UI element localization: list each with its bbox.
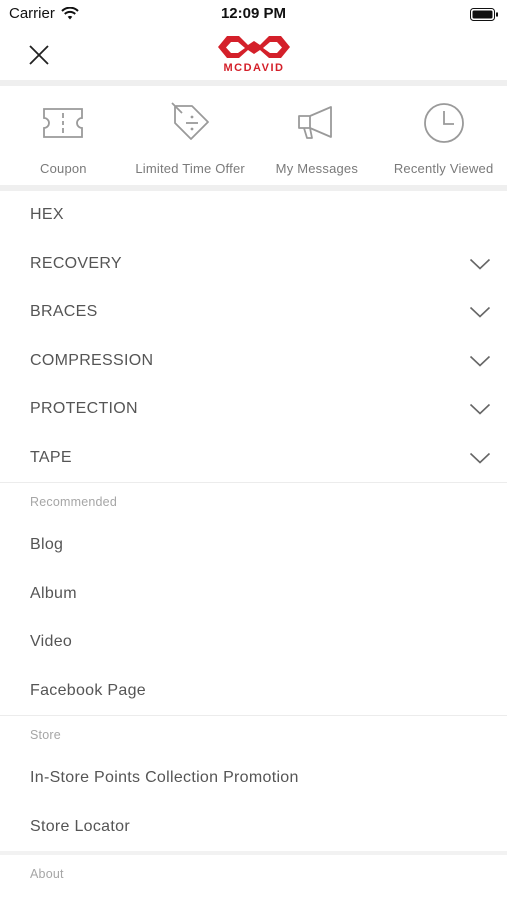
category-label: HEX xyxy=(30,206,64,224)
quick-links: Coupon Limited Time Offer My Messages Re… xyxy=(0,86,507,185)
menu-item-label: Video xyxy=(30,633,73,651)
category-recovery[interactable]: RECOVERY xyxy=(0,240,507,289)
category-label: COMPRESSION xyxy=(30,351,154,369)
clock-icon xyxy=(423,103,464,143)
ticket-icon xyxy=(43,108,84,138)
menu-item-label: Facebook Page xyxy=(30,681,146,699)
quick-link-recently-viewed[interactable]: Recently Viewed xyxy=(380,86,507,176)
header: MCDAVID xyxy=(0,28,507,80)
menu-item-label: Blog xyxy=(30,536,64,554)
quick-link-my-messages[interactable]: My Messages xyxy=(254,86,381,176)
menu-item-store-locator[interactable]: Store Locator xyxy=(0,803,507,852)
category-protection[interactable]: PROTECTION xyxy=(0,385,507,434)
section-title-store: Store xyxy=(30,728,61,742)
status-bar: Carrier 12:09 PM xyxy=(0,0,507,28)
menu-item-video[interactable]: Video xyxy=(0,618,507,667)
category-hex[interactable]: HEX xyxy=(0,191,507,240)
quick-link-label: My Messages xyxy=(275,161,359,176)
battery-icon xyxy=(470,8,498,21)
chevron-down-icon[interactable] xyxy=(469,305,491,319)
megaphone-icon xyxy=(297,106,332,139)
chevron-down-icon[interactable] xyxy=(469,451,491,465)
price-tag-icon xyxy=(171,102,210,140)
section-title-recommended: Recommended xyxy=(30,495,117,509)
mcdavid-logo[interactable]: MCDAVID xyxy=(201,30,307,74)
close-icon xyxy=(29,45,49,65)
store-menu: In-Store Points Collection Promotion Sto… xyxy=(0,754,507,851)
menu-item-album[interactable]: Album xyxy=(0,570,507,619)
menu-item-points-promotion[interactable]: In-Store Points Collection Promotion xyxy=(0,754,507,803)
menu-item-facebook-page[interactable]: Facebook Page xyxy=(0,667,507,716)
menu-item-blog[interactable]: Blog xyxy=(0,521,507,570)
category-menu: HEX RECOVERY BRACES COMPRESSION PROTECTI… xyxy=(0,191,507,482)
category-tape[interactable]: TAPE xyxy=(0,434,507,483)
quick-link-label: Recently Viewed xyxy=(393,161,494,176)
menu-item-label: Store Locator xyxy=(30,817,130,835)
quick-link-label: Coupon xyxy=(40,161,87,176)
category-braces[interactable]: BRACES xyxy=(0,288,507,337)
clock-time: 12:09 PM xyxy=(220,5,287,22)
menu-item-label: Album xyxy=(30,584,77,602)
category-label: BRACES xyxy=(30,303,98,321)
chevron-down-icon[interactable] xyxy=(469,257,491,271)
chevron-down-icon[interactable] xyxy=(469,402,491,416)
quick-link-coupon[interactable]: Coupon xyxy=(0,86,127,176)
close-button[interactable] xyxy=(22,38,56,72)
category-compression[interactable]: COMPRESSION xyxy=(0,337,507,386)
chevron-down-icon[interactable] xyxy=(469,354,491,368)
quick-link-limited-time-offer[interactable]: Limited Time Offer xyxy=(127,86,254,176)
category-label: TAPE xyxy=(30,448,72,466)
section-title-about: About xyxy=(30,867,64,881)
quick-link-label: Limited Time Offer xyxy=(135,161,245,176)
category-label: RECOVERY xyxy=(30,254,122,272)
recommended-menu: Blog Album Video Facebook Page xyxy=(0,521,507,715)
menu-item-label: In-Store Points Collection Promotion xyxy=(30,769,299,787)
category-label: PROTECTION xyxy=(30,400,138,418)
logo-text: MCDAVID xyxy=(223,62,284,74)
